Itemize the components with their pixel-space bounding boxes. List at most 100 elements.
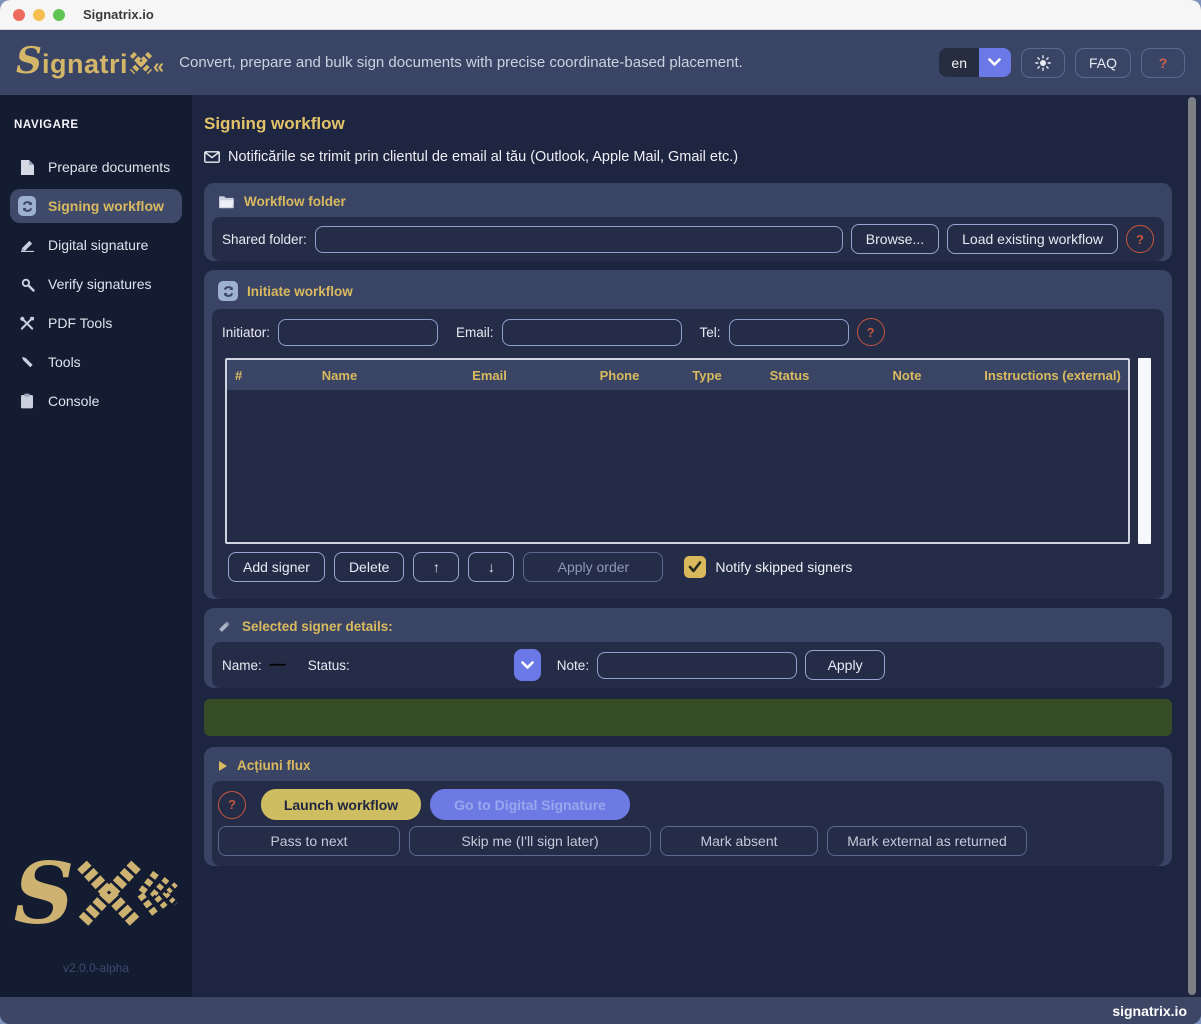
notify-skipped-checkbox[interactable]: [684, 556, 706, 578]
main-content: Signing workflow Notificările se trimit …: [192, 95, 1201, 997]
chevron-down-icon[interactable]: [979, 48, 1011, 77]
email-notice: Notificările se trimit prin clientul de …: [204, 149, 1201, 165]
shared-folder-label: Shared folder:: [222, 232, 307, 247]
sidebar-item-verify-signatures[interactable]: Verify signatures: [10, 267, 182, 301]
titlebar: Signatrix.io: [0, 0, 1201, 30]
column-header: Email: [412, 368, 567, 383]
selected-signer-title: Selected signer details:: [204, 608, 1172, 642]
add-signer-button[interactable]: Add signer: [228, 552, 325, 582]
sync-icon: [218, 281, 238, 301]
initiate-workflow-title: Initiate workflow: [204, 270, 1172, 309]
sidebar-item-digital-signature[interactable]: Digital signature: [10, 228, 182, 262]
column-header: Note: [837, 368, 977, 383]
app-footer: signatrix.io: [0, 997, 1201, 1024]
actions-help-button[interactable]: ?: [218, 791, 246, 819]
signer-note-input[interactable]: [597, 652, 797, 679]
status-select[interactable]: [358, 649, 506, 681]
email-label: Email:: [456, 325, 494, 340]
sidebar-item-signing-workflow[interactable]: Signing workflow: [10, 189, 182, 223]
signers-table-area: # Name Email Phone Type Status Note Inst…: [225, 358, 1151, 544]
language-selector[interactable]: en: [939, 48, 1011, 77]
nav-section-title: NAVIGARE: [0, 119, 192, 145]
maximize-button[interactable]: [53, 9, 65, 21]
window-scrollbar[interactable]: [1188, 97, 1196, 995]
document-icon: [18, 159, 36, 176]
sidebar-item-label: PDF Tools: [48, 315, 112, 331]
pen-icon: [218, 621, 233, 632]
signer-status-label: Status:: [308, 658, 350, 673]
sidebar-item-pdf-tools[interactable]: PDF Tools: [10, 306, 182, 340]
table-scrollbar[interactable]: [1138, 358, 1151, 544]
wrench-icon: [18, 355, 36, 370]
minimize-button[interactable]: [33, 9, 45, 21]
apply-order-button[interactable]: Apply order: [523, 552, 663, 582]
email-notice-text: Notificările se trimit prin clientul de …: [228, 149, 738, 165]
footer-brand: signatrix.io: [1112, 1003, 1187, 1019]
column-header: Instructions (external): [977, 368, 1128, 383]
play-icon: [218, 760, 228, 772]
signers-table[interactable]: # Name Email Phone Type Status Note Inst…: [225, 358, 1130, 544]
language-value: en: [939, 48, 979, 77]
traffic-lights: [0, 9, 65, 21]
goto-digital-signature-button[interactable]: Go to Digital Signature: [430, 789, 630, 820]
hammer-wrench-icon: [18, 316, 36, 331]
workflow-folder-row: Shared folder: Browse... Load existing w…: [212, 217, 1164, 261]
signer-note-label: Note:: [557, 658, 589, 673]
move-up-button[interactable]: ↑: [413, 552, 459, 582]
magnifier-icon: [18, 277, 36, 292]
apply-signer-button[interactable]: Apply: [805, 650, 885, 680]
signer-buttons-row: Add signer Delete ↑ ↓ Apply order Notify…: [222, 552, 1154, 592]
mark-external-returned-button[interactable]: Mark external as returned: [827, 826, 1027, 856]
initiate-help-button[interactable]: ?: [857, 318, 885, 346]
initiator-input[interactable]: [278, 319, 438, 346]
clipboard-icon: [18, 393, 36, 409]
column-header: #: [227, 368, 267, 383]
skip-me-button[interactable]: Skip me (I'll sign later): [409, 826, 651, 856]
logo-chevrons: «: [153, 56, 161, 79]
initiate-workflow-body: Initiator: Email: Tel: ? # Name: [212, 309, 1164, 599]
sidebar-item-label: Tools: [48, 354, 81, 370]
workflow-folder-panel: Workflow folder Shared folder: Browse...…: [204, 183, 1172, 261]
delete-signer-button[interactable]: Delete: [334, 552, 404, 582]
theme-toggle-button[interactable]: [1021, 48, 1065, 78]
sidebar-item-prepare-documents[interactable]: Prepare documents: [10, 150, 182, 184]
column-header: Status: [742, 368, 837, 383]
workflow-folder-help-button[interactable]: ?: [1126, 225, 1154, 253]
sidebar-item-label: Signing workflow: [48, 198, 164, 214]
selected-signer-row: Name: — Status: Note: Apply: [212, 642, 1164, 688]
check-icon: [688, 561, 702, 573]
signer-name-label: Name:: [222, 658, 262, 673]
pass-to-next-button[interactable]: Pass to next: [218, 826, 400, 856]
sidebar-item-tools[interactable]: Tools: [10, 345, 182, 379]
tel-label: Tel:: [700, 325, 721, 340]
mark-absent-button[interactable]: Mark absent: [660, 826, 818, 856]
sidebar-item-label: Prepare documents: [48, 159, 170, 175]
brand-s-glyph: S: [14, 859, 75, 929]
sun-icon: [1035, 55, 1051, 71]
app-tagline: Convert, prepare and bulk sign documents…: [179, 54, 743, 71]
brand-pixel-x-icon: [74, 857, 178, 931]
load-existing-workflow-button[interactable]: Load existing workflow: [947, 224, 1118, 254]
signer-name-value: —: [270, 656, 286, 674]
initiate-workflow-panel: Initiate workflow Initiator: Email: Tel:…: [204, 270, 1172, 599]
sidebar-item-console[interactable]: Console: [10, 384, 182, 418]
pen-icon: [18, 239, 36, 252]
sidebar-item-label: Console: [48, 393, 99, 409]
app-header: Signatri « Convert, prepare and bulk sig…: [0, 30, 1201, 95]
workflow-folder-title: Workflow folder: [204, 183, 1172, 217]
shared-folder-input[interactable]: [315, 226, 843, 253]
folder-icon: [218, 195, 235, 209]
move-down-button[interactable]: ↓: [468, 552, 514, 582]
sidebar: NAVIGARE Prepare documents: [0, 95, 192, 997]
launch-workflow-button[interactable]: Launch workflow: [261, 789, 421, 820]
workflow-actions-panel: Acțiuni flux ? Launch workflow Go to Dig…: [204, 747, 1172, 866]
tel-input[interactable]: [729, 319, 849, 346]
status-chevron-down-icon[interactable]: [514, 649, 541, 681]
header-help-button[interactable]: ?: [1141, 48, 1185, 78]
close-button[interactable]: [13, 9, 25, 21]
faq-button[interactable]: FAQ: [1075, 48, 1131, 78]
browse-button[interactable]: Browse...: [851, 224, 939, 254]
email-input[interactable]: [502, 319, 682, 346]
signers-table-header: # Name Email Phone Type Status Note Inst…: [227, 360, 1128, 390]
actions-body: ? Launch workflow Go to Digital Signatur…: [212, 781, 1164, 866]
